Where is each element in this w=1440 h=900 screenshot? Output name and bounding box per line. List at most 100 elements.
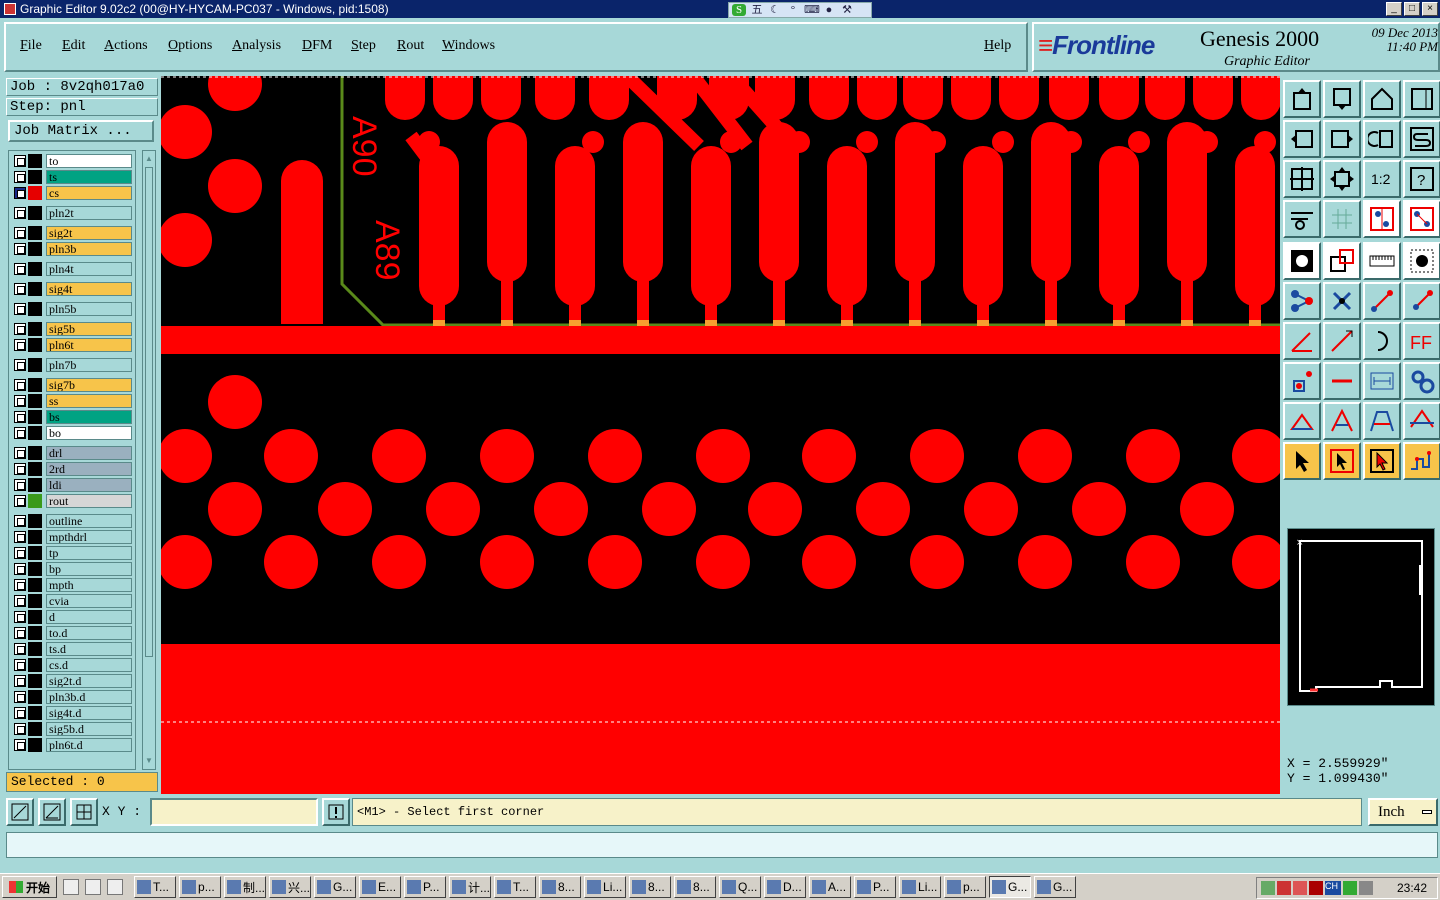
close-button[interactable]: × <box>1422 2 1438 16</box>
layer-row-tp[interactable]: tp <box>12 546 134 560</box>
layer-row-sig2t-d[interactable]: sig2t.d <box>12 674 134 688</box>
layer-row-bo[interactable]: bo <box>12 426 134 440</box>
tray-clock-icon[interactable] <box>1359 881 1373 895</box>
layer-color-swatch[interactable] <box>28 706 42 720</box>
layer-color-swatch[interactable] <box>28 494 42 508</box>
taskbar-item[interactable]: 制... <box>224 876 267 898</box>
layer-checkbox[interactable] <box>14 531 26 543</box>
grid-button[interactable] <box>1323 200 1361 238</box>
pointer-button[interactable] <box>1283 442 1321 480</box>
layer-color-swatch[interactable] <box>28 410 42 424</box>
route-node-button[interactable] <box>1283 282 1321 320</box>
layer-checkbox[interactable] <box>14 323 26 335</box>
ime-toolbar[interactable]: S 五 ☾ ° ⌨ ● ⚒ <box>728 2 872 18</box>
layer-checkbox[interactable] <box>14 303 26 315</box>
layer-checkbox[interactable] <box>14 427 26 439</box>
layer-name[interactable]: sig5b <box>46 322 132 336</box>
pan-right-button[interactable] <box>1323 120 1361 158</box>
layer-name[interactable]: bp <box>46 562 132 576</box>
home-button[interactable] <box>1363 80 1401 118</box>
layer-checkbox[interactable] <box>14 707 26 719</box>
taskbar-item[interactable]: G... <box>314 876 357 898</box>
layer-row-pln3b[interactable]: pln3b <box>12 242 134 256</box>
menu-file[interactable]: File <box>20 38 42 54</box>
taskbar-item[interactable]: Li... <box>899 876 942 898</box>
window-button[interactable] <box>1403 80 1440 118</box>
menu-help[interactable]: Help <box>984 38 1011 54</box>
quicklaunch-browser-icon[interactable] <box>107 879 124 895</box>
layer-row-pln2t[interactable]: pln2t <box>12 206 134 220</box>
layer-name[interactable]: pln3b.d <box>46 690 132 704</box>
trapezoid-button[interactable] <box>1363 402 1401 440</box>
taskbar-item[interactable]: p... <box>944 876 987 898</box>
layer-checkbox[interactable] <box>14 643 26 655</box>
layer-row-sig7b[interactable]: sig7b <box>12 378 134 392</box>
layer-name[interactable]: sig4t <box>46 282 132 296</box>
view-down-button[interactable] <box>1323 80 1361 118</box>
layer-row-pln4t[interactable]: pln4t <box>12 262 134 276</box>
taskbar-item[interactable]: G... <box>989 876 1032 898</box>
tray-ime-icon[interactable] <box>1343 881 1357 895</box>
layer-row-pln6t[interactable]: pln6t <box>12 338 134 352</box>
layer-color-swatch[interactable] <box>28 594 42 608</box>
menu-options[interactable]: Options <box>168 38 212 54</box>
minus-button[interactable] <box>1323 362 1361 400</box>
wave-button[interactable] <box>1403 442 1440 480</box>
layer-color-swatch[interactable] <box>28 642 42 656</box>
line-node-b-button[interactable] <box>1403 282 1440 320</box>
s-curve-button[interactable] <box>1403 120 1440 158</box>
layer-checkbox[interactable] <box>14 547 26 559</box>
layer-color-swatch[interactable] <box>28 546 42 560</box>
taskbar-item[interactable]: P... <box>404 876 447 898</box>
layer-checkbox[interactable] <box>14 411 26 423</box>
ime-mode[interactable]: 五 <box>750 4 764 16</box>
layer-checkbox[interactable] <box>14 283 26 295</box>
layer-color-swatch[interactable] <box>28 530 42 544</box>
units-select[interactable]: Inch <box>1368 798 1438 826</box>
window-title-bar[interactable]: Graphic Editor 9.02c2 (00@HY-HYCAM-PC037… <box>0 0 1440 18</box>
font-button[interactable]: FF <box>1403 322 1440 360</box>
layer-name[interactable]: ss <box>46 394 132 408</box>
layer-checkbox[interactable] <box>14 675 26 687</box>
layer-name[interactable]: pln2t <box>46 206 132 220</box>
layer-name[interactable]: 2rd <box>46 462 132 476</box>
layer-name[interactable]: ts <box>46 170 132 184</box>
snap-a-button[interactable] <box>1363 200 1401 238</box>
layer-name[interactable]: sig2t <box>46 226 132 240</box>
layer-name[interactable]: pln5b <box>46 302 132 316</box>
quicklaunch-notepad-icon[interactable] <box>85 879 102 895</box>
layer-name[interactable]: ldi <box>46 478 132 492</box>
dot-button[interactable] <box>1403 242 1440 280</box>
scroll-up-icon[interactable]: ▲ <box>144 153 154 165</box>
layer-checkbox[interactable] <box>14 691 26 703</box>
snap-b-button[interactable] <box>1403 200 1440 238</box>
layer-checkbox[interactable] <box>14 595 26 607</box>
layer-checkbox[interactable] <box>14 479 26 491</box>
layer-name[interactable]: pln7b <box>46 358 132 372</box>
layer-name[interactable]: cs.d <box>46 658 132 672</box>
snap-mode-button[interactable] <box>6 798 34 826</box>
ruler-button[interactable] <box>1363 242 1401 280</box>
layer-checkbox[interactable] <box>14 611 26 623</box>
layer-color-swatch[interactable] <box>28 674 42 688</box>
layer-name[interactable]: bo <box>46 426 132 440</box>
layer-row-mpth[interactable]: mpth <box>12 578 134 592</box>
layer-row-ts[interactable]: ts <box>12 170 134 184</box>
tray-refresh-icon[interactable] <box>1293 881 1307 895</box>
taskbar-item[interactable]: D... <box>764 876 807 898</box>
layer-scrollbar[interactable]: ▲ ▼ <box>142 150 156 770</box>
layer-checkbox[interactable] <box>14 723 26 735</box>
layer-row-pln3b-d[interactable]: pln3b.d <box>12 690 134 704</box>
layer-name[interactable]: cvia <box>46 594 132 608</box>
keyboard-icon[interactable]: ⌨ <box>804 4 820 16</box>
grid-mode-button[interactable] <box>70 798 98 826</box>
taskbar-item[interactable]: 计... <box>449 876 492 898</box>
taskbar-item[interactable]: Li... <box>584 876 627 898</box>
layer-color-swatch[interactable] <box>28 446 42 460</box>
layer-name[interactable]: mpthdrl <box>46 530 132 544</box>
taskbar-item[interactable]: P... <box>854 876 897 898</box>
layer-checkbox[interactable] <box>14 379 26 391</box>
layer-row-2rd[interactable]: 2rd <box>12 462 134 476</box>
angle-button[interactable] <box>1283 322 1321 360</box>
layer-checkbox[interactable] <box>14 395 26 407</box>
